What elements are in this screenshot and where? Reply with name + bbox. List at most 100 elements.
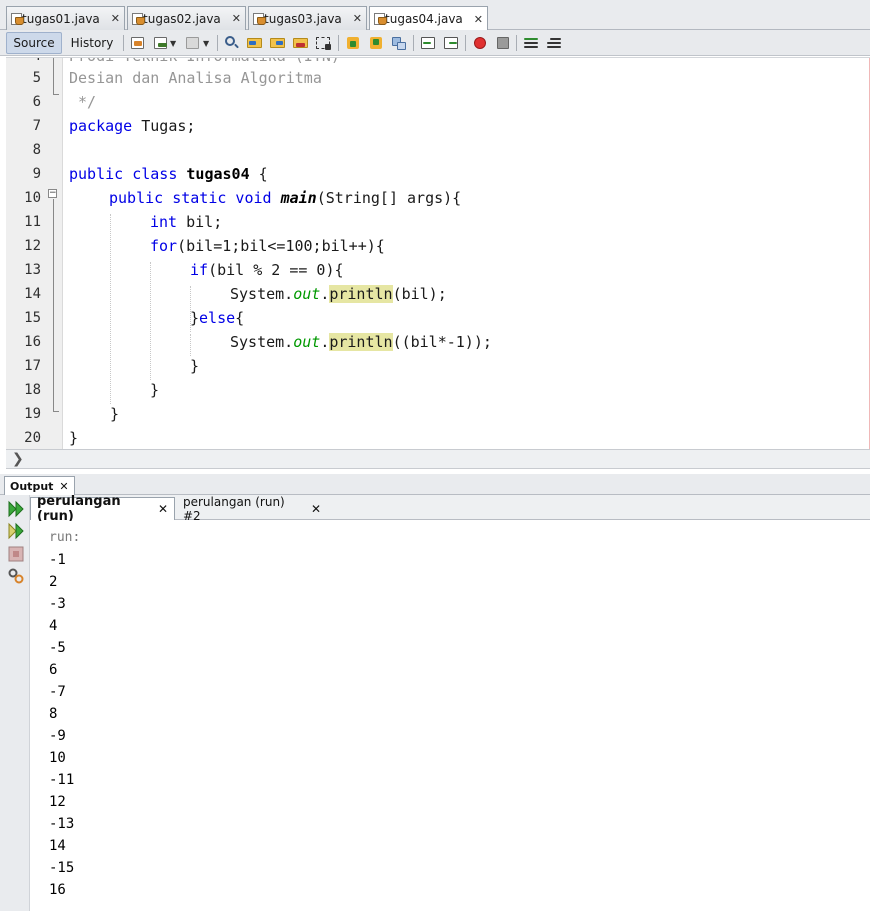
method-call-highlight: println — [329, 333, 393, 351]
line-number: 10 — [24, 190, 41, 206]
fold-guide-end — [53, 94, 59, 95]
file-tab-tugas02[interactable]: tugas02.java ✕ — [127, 6, 246, 30]
code-line-6: */ — [69, 93, 97, 111]
code-text: (String[] args){ — [316, 189, 462, 207]
history-view-button[interactable]: History — [66, 32, 118, 54]
chevron-right-icon[interactable]: ❯ — [12, 451, 24, 467]
last-edit-icon[interactable] — [130, 35, 146, 51]
code-text: (bil=1;bil<=100;bil++){ — [177, 237, 385, 255]
console-line: -7 — [49, 684, 66, 700]
previous-bookmark-icon[interactable] — [345, 35, 361, 51]
line-number: 9 — [32, 166, 41, 182]
code-line-16: System.out.println((bil*-1)); — [230, 330, 492, 354]
back-icon[interactable] — [153, 35, 169, 51]
fold-toggle-icon[interactable]: − — [48, 189, 57, 198]
code-line-7: package Tugas; — [69, 114, 195, 138]
file-tab-label: tugas03.java — [264, 11, 342, 26]
start-macro-icon[interactable] — [472, 35, 488, 51]
chevron-down-icon[interactable]: ▼ — [203, 39, 213, 55]
code-text: . — [320, 333, 330, 351]
code-text: . — [320, 285, 330, 303]
console-line: 16 — [49, 882, 66, 898]
fold-guide — [53, 199, 54, 411]
run-tab-bar: perulangan (run) ✕ perulangan (run) #2 ✕ — [30, 494, 870, 524]
line-number: 4 — [11, 58, 41, 64]
run-tab-2[interactable]: perulangan (run) #2 ✕ — [177, 494, 327, 523]
field-name: out — [293, 285, 321, 303]
forward-icon[interactable] — [185, 35, 201, 51]
rerun-icon[interactable] — [7, 500, 25, 518]
output-console[interactable]: run: -1 2 -3 4 -5 6 -7 8 -9 10 -11 12 -1… — [31, 521, 870, 911]
find-previous-icon[interactable] — [247, 35, 263, 51]
code-text: bil; — [177, 213, 223, 231]
source-view-button[interactable]: Source — [6, 32, 62, 54]
toggle-highlight-icon[interactable] — [316, 35, 332, 51]
shift-right-icon[interactable] — [443, 35, 459, 51]
line-number: 14 — [24, 286, 41, 302]
close-icon[interactable]: ✕ — [474, 13, 483, 26]
console-line: 10 — [49, 750, 66, 766]
close-icon[interactable]: ✕ — [353, 12, 362, 25]
code-line-15: }else{ — [190, 306, 244, 330]
ide-window: tugas01.java ✕ tugas02.java ✕ tugas03.ja… — [0, 0, 870, 911]
code-text: } — [190, 309, 200, 327]
stop-icon[interactable] — [7, 545, 25, 563]
chevron-down-icon[interactable]: ▼ — [170, 39, 180, 55]
code-line-13: if(bil % 2 == 0){ — [190, 258, 344, 282]
close-icon[interactable]: ✕ — [111, 12, 120, 25]
rerun-with-params-icon[interactable] — [7, 522, 25, 540]
console-line: 14 — [49, 838, 66, 854]
class-name: tugas04 — [186, 165, 250, 183]
indent-guide — [110, 214, 111, 404]
code-text: (bil); — [392, 285, 447, 303]
code-editor[interactable]: 4 5 6 7 8 9 10 11 12 13 14 15 16 17 18 1… — [6, 57, 870, 449]
console-line: 12 — [49, 794, 66, 810]
java-file-icon — [374, 12, 387, 26]
console-line: 2 — [49, 574, 58, 590]
line-number: 18 — [24, 382, 41, 398]
stop-macro-icon[interactable] — [495, 35, 511, 51]
find-selection-icon[interactable] — [293, 35, 309, 51]
code-area[interactable]: Prodi Teknik Informatika (ITN) Desian da… — [69, 58, 869, 449]
code-line-10: public static void main(String[] args){ — [109, 186, 461, 210]
code-line-17: } — [190, 357, 200, 375]
next-bookmark-icon[interactable] — [368, 35, 384, 51]
console-line: -15 — [49, 860, 75, 876]
line-number: 11 — [24, 214, 41, 230]
close-icon[interactable]: ✕ — [311, 502, 321, 516]
search-icon[interactable] — [224, 35, 240, 51]
code-text: { — [249, 165, 268, 183]
settings-icon[interactable] — [7, 567, 25, 585]
method-name: main — [280, 189, 317, 207]
keyword: public static void — [109, 189, 272, 207]
file-tab-tugas01[interactable]: tugas01.java ✕ — [6, 6, 125, 30]
file-tab-label: tugas02.java — [143, 11, 221, 26]
output-panel-header: Output ✕ — [0, 474, 870, 495]
code-text: { — [235, 309, 245, 327]
code-line-18: } — [150, 381, 160, 399]
find-next-icon[interactable] — [270, 35, 286, 51]
uncomment-icon[interactable] — [546, 35, 562, 51]
keyword: if — [190, 261, 209, 279]
shift-left-icon[interactable] — [420, 35, 436, 51]
run-tab-active[interactable]: perulangan (run) ✕ — [30, 494, 175, 524]
line-number: 8 — [32, 142, 41, 158]
line-number: 16 — [24, 334, 41, 350]
close-icon[interactable]: ✕ — [232, 12, 241, 25]
line-number: 7 — [32, 118, 41, 134]
method-call-highlight: println — [329, 285, 393, 303]
file-tab-tugas04[interactable]: tugas04.java ✕ — [369, 6, 488, 31]
indent-guide — [190, 334, 191, 356]
output-window-tab[interactable]: Output ✕ — [4, 476, 75, 495]
file-tab-tugas03[interactable]: tugas03.java ✕ — [248, 6, 367, 30]
console-line: -5 — [49, 640, 66, 656]
comment-icon[interactable] — [523, 35, 539, 51]
close-icon[interactable]: ✕ — [59, 480, 68, 493]
run-tab-label: perulangan (run) #2 — [183, 494, 285, 523]
console-line: 8 — [49, 706, 58, 722]
close-icon[interactable]: ✕ — [158, 502, 168, 516]
console-line: -3 — [49, 596, 66, 612]
file-tab-bar: tugas01.java ✕ tugas02.java ✕ tugas03.ja… — [0, 0, 870, 31]
fold-guide-end — [53, 411, 59, 412]
toggle-bookmark-icon[interactable] — [391, 35, 407, 51]
